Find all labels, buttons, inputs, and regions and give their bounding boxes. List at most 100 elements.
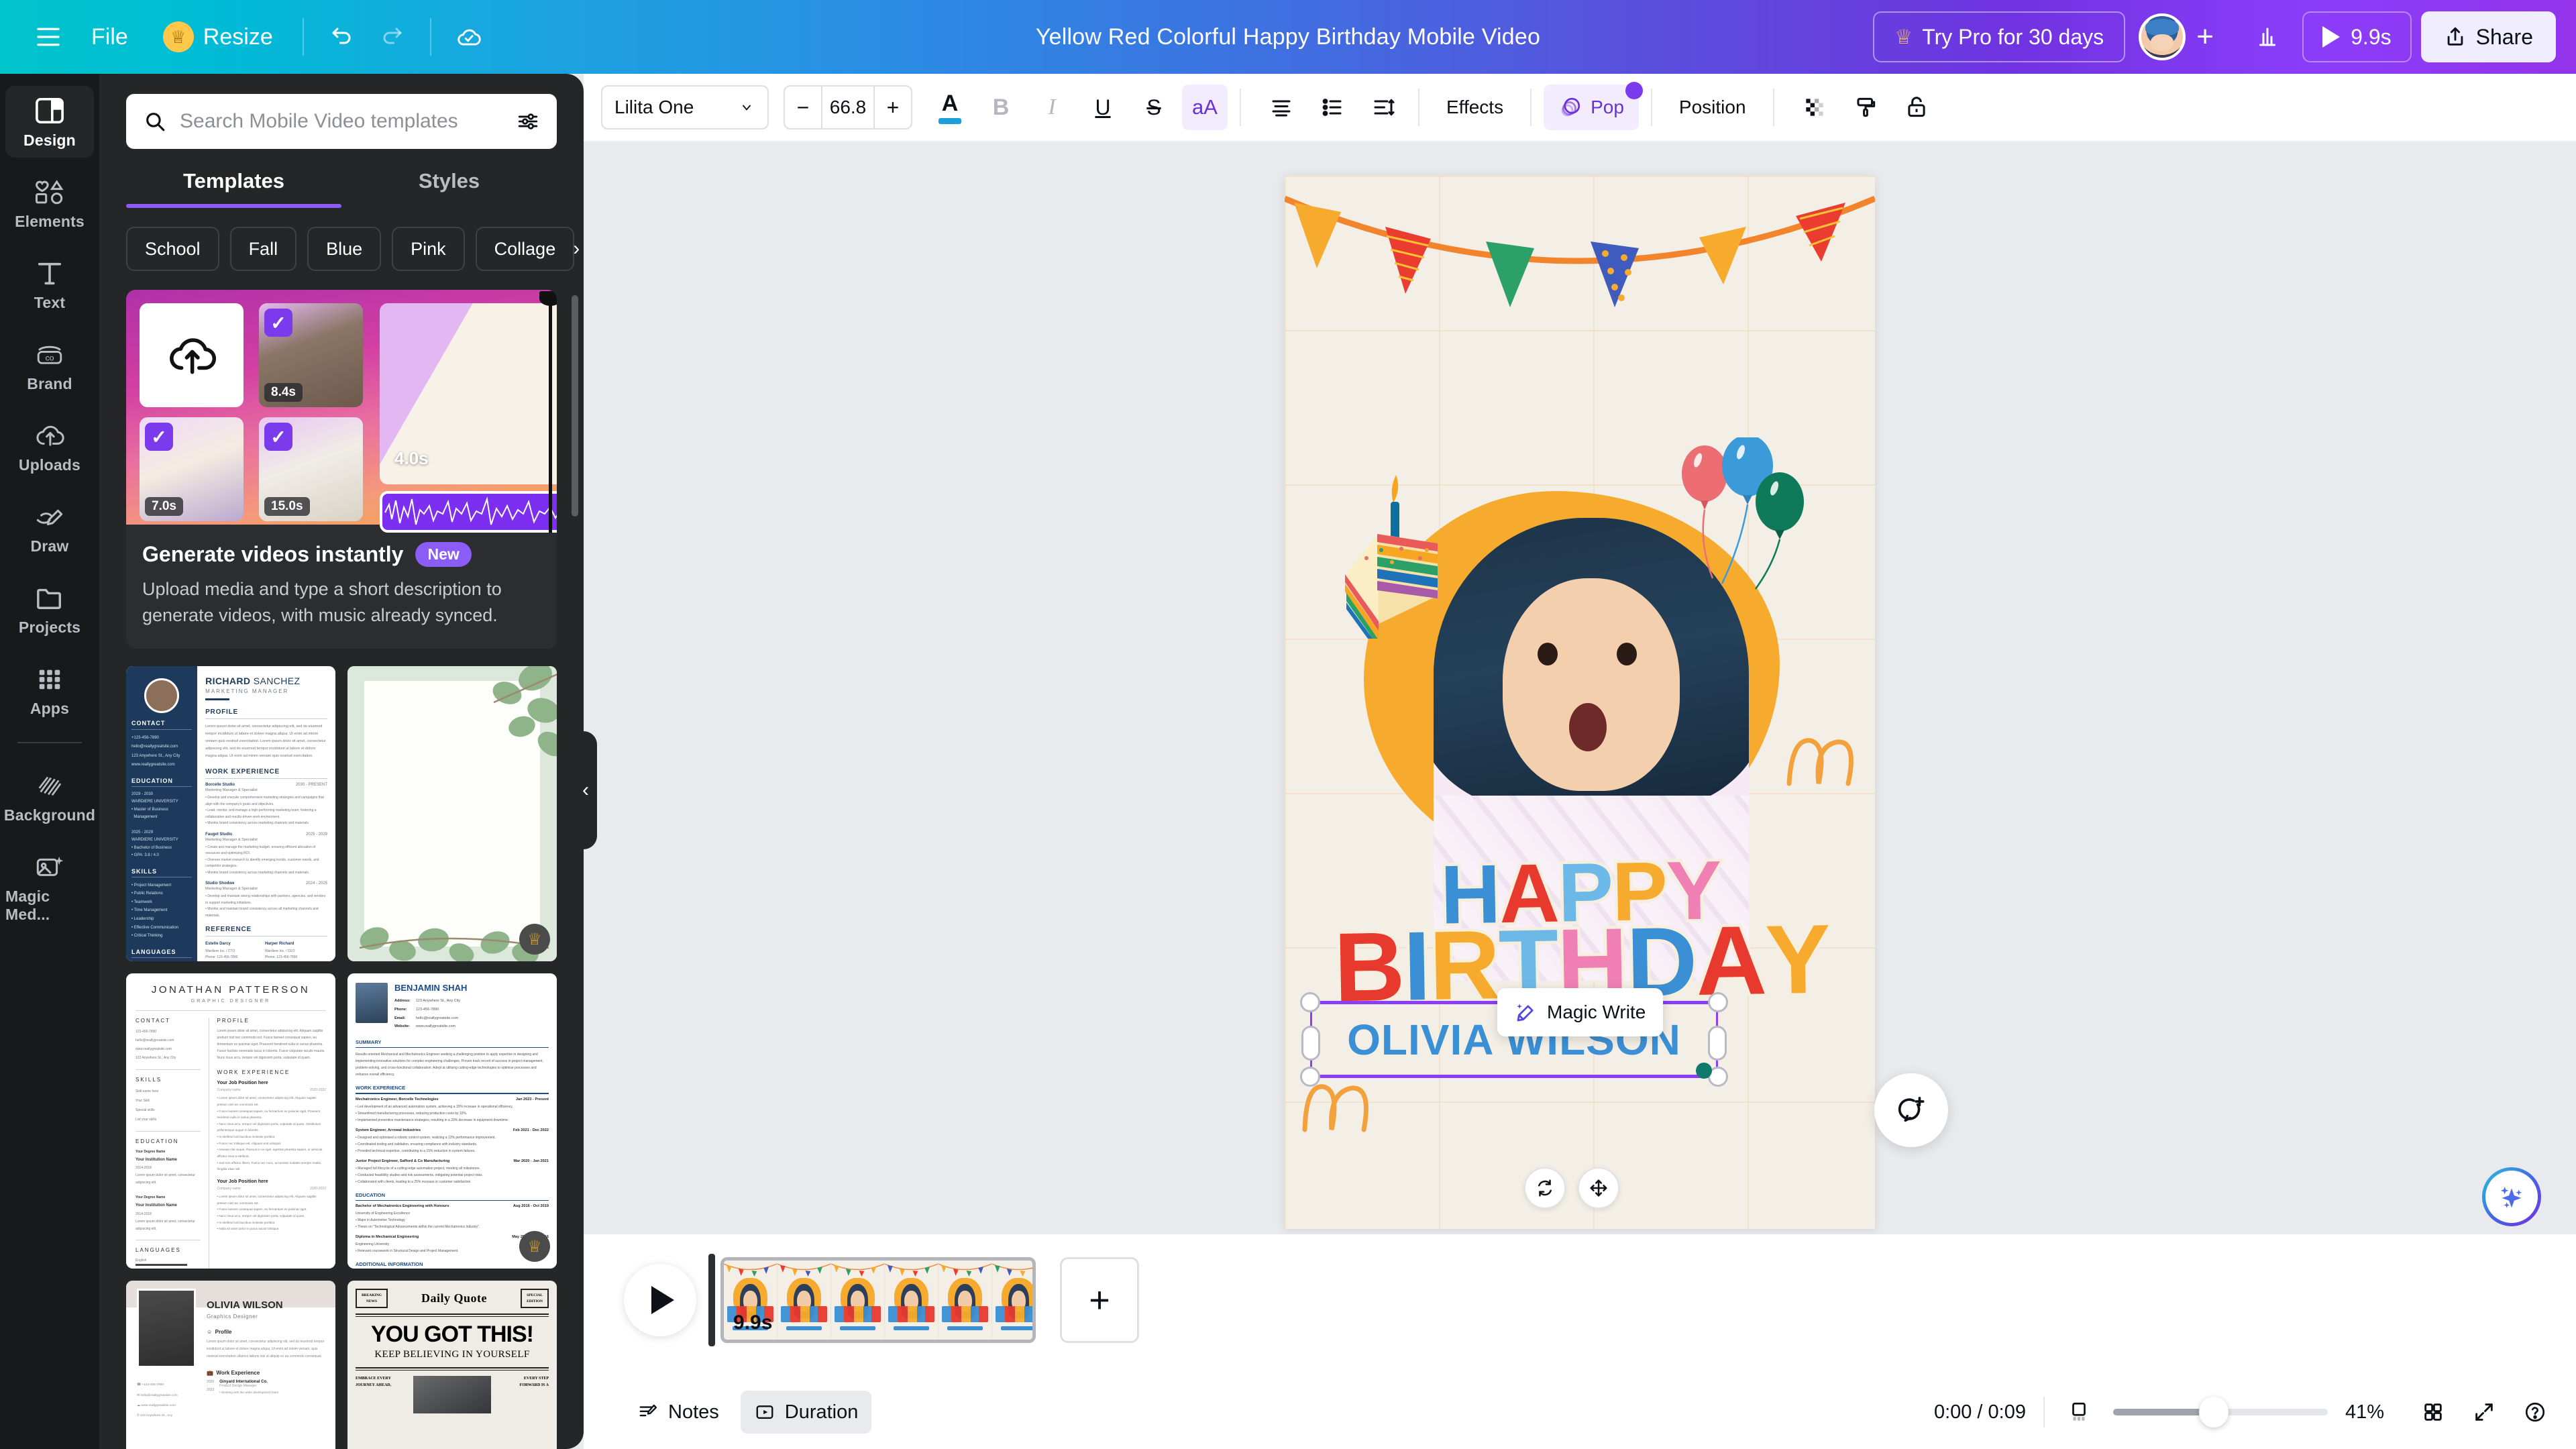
font-size-input[interactable]: 66.8 [821, 87, 875, 128]
resize-handle-right[interactable] [1708, 1026, 1727, 1061]
cloud-saved-icon[interactable] [443, 11, 494, 62]
sidebar-item-brand[interactable]: co Brand [5, 329, 94, 401]
duration-button[interactable]: Duration [740, 1391, 872, 1434]
redo-icon[interactable] [367, 11, 418, 62]
sidebar-item-design[interactable]: Design [5, 86, 94, 158]
rotate-icon[interactable] [1524, 1167, 1566, 1209]
template-card[interactable]: BREAKING NEWS Daily Quote SPECIAL EDITION … [347, 1281, 557, 1449]
document-title[interactable]: Yellow Red Colorful Happy Birthday Mobil… [1024, 17, 1552, 57]
font-size-stepper: − 66.8 + [784, 85, 912, 129]
file-menu-button[interactable]: File [74, 11, 146, 62]
magic-studio-button[interactable] [2482, 1167, 2541, 1226]
timeline-scene[interactable]: 9.9s [720, 1257, 1036, 1343]
increase-font-size-button[interactable]: + [875, 87, 911, 128]
template-card[interactable]: OLIVIA WILSON Graphics Designer ☺ Profil… [126, 1281, 335, 1449]
grid-view-icon[interactable] [2416, 1391, 2450, 1434]
duration-label: Duration [784, 1401, 859, 1423]
transparency-checker-icon[interactable] [1792, 85, 1837, 130]
align-text-icon[interactable] [1258, 85, 1304, 130]
magic-write-button[interactable]: Magic Write [1497, 988, 1664, 1036]
cake-slice-illustration [1345, 475, 1438, 639]
animate-button[interactable]: Pop [1544, 82, 1643, 130]
line-spacing-icon[interactable] [1360, 85, 1406, 130]
page-view-icon[interactable] [2062, 1391, 2096, 1434]
sidebar-item-draw[interactable]: Draw [5, 492, 94, 564]
resize-handle-left[interactable] [1301, 1026, 1320, 1061]
panel-tabs: Templates Styles [126, 169, 557, 208]
promo-clip-thumb: ✓ 15.0s [259, 417, 363, 521]
zoom-slider-knob[interactable] [2199, 1397, 2229, 1428]
search-input[interactable] [180, 110, 503, 133]
template-search-box[interactable] [126, 94, 557, 149]
preview-play-button[interactable]: 9.9s [2302, 11, 2412, 62]
hamburger-menu-icon[interactable] [23, 11, 74, 62]
italic-button[interactable]: I [1029, 85, 1075, 130]
bar-chart-icon[interactable] [2242, 11, 2293, 62]
effects-button[interactable]: Effects [1432, 85, 1518, 130]
chip-school[interactable]: School [126, 227, 219, 271]
text-color-A-icon[interactable]: A [927, 85, 973, 130]
promo-timeline-clip: 4.0s [380, 303, 557, 484]
try-pro-button[interactable]: ♕ Try Pro for 30 days [1873, 11, 2126, 62]
notes-button[interactable]: Notes [624, 1391, 733, 1434]
resize-handle-bottom-left[interactable] [1300, 1067, 1320, 1087]
strikethrough-button[interactable]: S [1131, 85, 1177, 130]
chip-collage[interactable]: Collage [475, 227, 575, 271]
tab-templates[interactable]: Templates [126, 169, 341, 208]
zoom-slider[interactable] [2113, 1397, 2328, 1428]
add-page-button[interactable]: + [1060, 1257, 1139, 1343]
template-card[interactable]: BENJAMIN SHAH Address: Phone: Email: Websit… [347, 973, 557, 1269]
chip-pink[interactable]: Pink [392, 227, 465, 271]
sidebar-item-projects[interactable]: Projects [5, 573, 94, 645]
font-family-select[interactable]: Lilita One [601, 85, 769, 129]
sidebar-item-magic-media[interactable]: Magic Med... [5, 842, 94, 932]
chip-fall[interactable]: Fall [229, 227, 297, 271]
tab-styles[interactable]: Styles [341, 169, 557, 208]
sidebar-item-uploads[interactable]: Uploads [5, 411, 94, 482]
chevron-right-icon[interactable]: › [573, 237, 580, 260]
promo-clip-thumb: ✓ 8.4s [259, 303, 363, 407]
sidebar-item-text[interactable]: Text [5, 248, 94, 320]
template-card[interactable]: CONTACT +123-456-7890 hello@reallygreatsi… [126, 666, 335, 962]
sidebar-item-apps[interactable]: Apps [5, 654, 94, 726]
resize-button[interactable]: ♕ Resize [146, 11, 290, 62]
position-button[interactable]: Position [1664, 85, 1761, 130]
resize-handle-top-left[interactable] [1300, 992, 1320, 1012]
svg-text:co: co [45, 354, 54, 363]
sidebar-item-elements[interactable]: Elements [5, 167, 94, 239]
help-question-icon[interactable] [2518, 1391, 2552, 1434]
left-rail: Design Elements Text co Brand Uploads Dr… [0, 74, 99, 1449]
canvas-stage[interactable]: HAPPY BIRTHDAY OLIVIA WILSON [584, 142, 2576, 1234]
notes-icon [639, 1404, 657, 1417]
fullscreen-icon[interactable] [2467, 1391, 2501, 1434]
avatar[interactable] [2139, 13, 2186, 60]
underline-button[interactable]: U [1080, 85, 1126, 130]
lock-open-icon[interactable] [1894, 85, 1939, 130]
clip-duration: 4.0s [394, 448, 429, 468]
generate-videos-promo-card[interactable]: ✓ 8.4s ✓ 7.0s ✓ 15.0s 4.0s Generate vide… [126, 290, 557, 649]
template-card[interactable]: ♕ [347, 666, 557, 962]
bullet-list-icon[interactable] [1309, 85, 1355, 130]
undo-icon[interactable] [316, 11, 367, 62]
bold-button[interactable]: B [978, 85, 1024, 130]
share-button[interactable]: Share [2420, 11, 2556, 62]
scene-trim-handle[interactable] [708, 1254, 715, 1346]
panel-scrollbar[interactable] [572, 295, 578, 517]
collapse-panel-button[interactable]: ‹ [574, 731, 597, 849]
chip-blue[interactable]: Blue [307, 227, 382, 271]
toolbar-divider-4 [1650, 89, 1652, 126]
filter-sliders-icon[interactable] [517, 110, 539, 133]
add-comment-icon[interactable] [1874, 1073, 1948, 1147]
text-toolbar: Lilita One − 66.8 + A B I U S aA Effects… [584, 74, 2576, 142]
plus-icon[interactable]: + [2182, 13, 2229, 60]
paint-roller-icon[interactable] [1843, 85, 1888, 130]
file-menu-label: File [91, 23, 128, 50]
resize-handle-top-right[interactable] [1708, 992, 1728, 1012]
headline-happy-birthday[interactable]: HAPPY BIRTHDAY [1318, 841, 1844, 1025]
template-card[interactable]: JONATHAN PATTERSON GRAPHIC DESIGNER CONT… [126, 973, 335, 1269]
text-case-button[interactable]: aA [1182, 85, 1228, 130]
decrease-font-size-button[interactable]: − [785, 87, 821, 128]
move-arrows-icon[interactable] [1578, 1167, 1619, 1209]
sidebar-item-background[interactable]: Background [4, 761, 95, 833]
play-button[interactable] [624, 1264, 696, 1336]
